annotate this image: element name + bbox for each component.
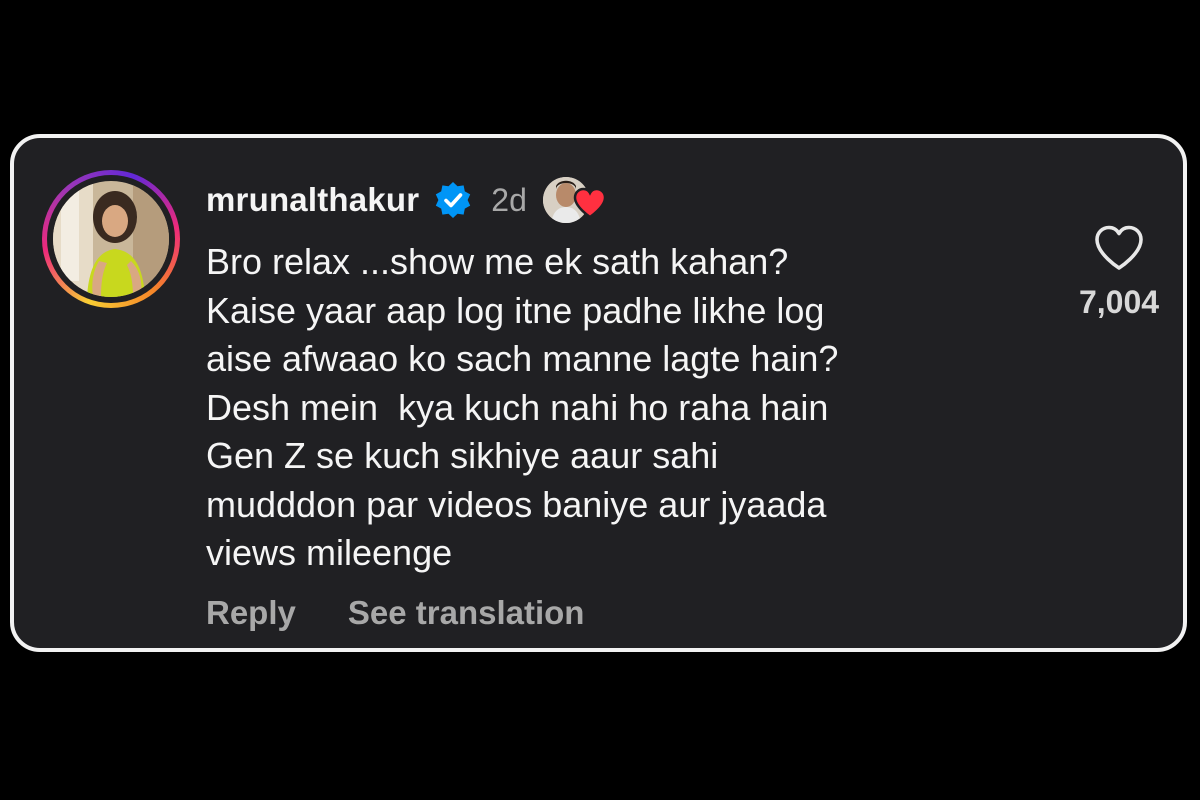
heart-outline-icon[interactable] [1093,224,1145,272]
liked-by-author [542,175,607,225]
avatar-photo [53,181,169,297]
story-ring[interactable] [42,170,180,308]
comment-header: mrunalthakur 2d [206,175,607,225]
creator-heart-icon [573,187,607,219]
like-count: 7,004 [1078,284,1160,320]
verified-badge-icon [436,182,471,218]
comment-card: mrunalthakur 2d Bro relax ...show me ek … [10,134,1187,652]
see-translation-button[interactable]: See translation [348,594,585,632]
username[interactable]: mrunalthakur [206,181,419,219]
comment-actions: Reply See translation [206,594,584,632]
comment-text: Bro relax ...show me ek sath kahan? Kais… [206,241,839,573]
avatar[interactable] [53,181,169,297]
comment-timestamp: 2d [491,181,527,218]
reply-button[interactable]: Reply [206,594,296,632]
like-column: 7,004 [1054,224,1183,321]
screenshot-stage: mrunalthakur 2d Bro relax ...show me ek … [0,0,1200,800]
